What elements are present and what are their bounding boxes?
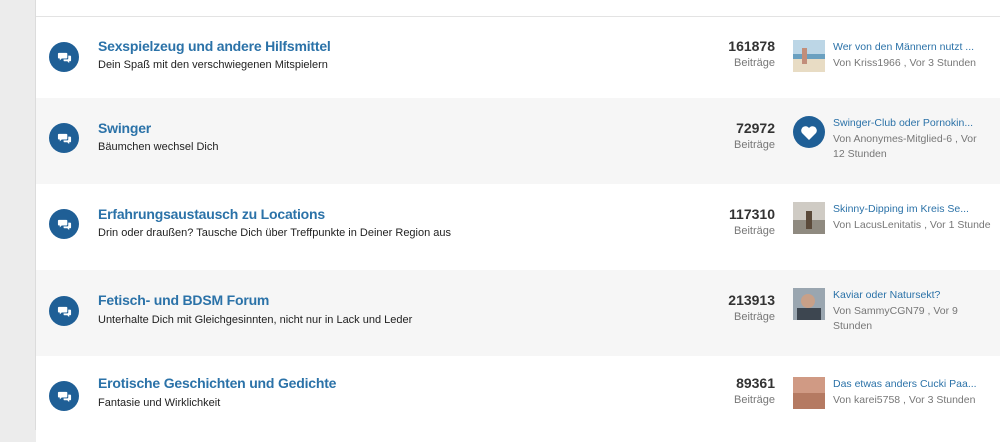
chat-bubbles-icon[interactable] xyxy=(49,42,79,72)
forum-title[interactable]: Erfahrungsaustausch zu Locations xyxy=(98,206,325,222)
post-count-label: Beiträge xyxy=(734,225,775,237)
last-post-title[interactable]: Swinger-Club oder Pornokin... xyxy=(833,117,991,129)
forum-title[interactable]: Fetisch- und BDSM Forum xyxy=(98,292,269,308)
forum-title[interactable]: Erotische Geschichten und Gedichte xyxy=(98,375,336,391)
forum-row: Sexspielzeug und andere Hilfsmittel Dein… xyxy=(36,17,1000,104)
forum-description: Drin oder draußen? Tausche Dich über Tre… xyxy=(98,227,452,239)
avatar[interactable] xyxy=(793,202,825,234)
post-count: 89361 xyxy=(736,375,775,391)
chat-bubbles-icon[interactable] xyxy=(49,296,79,326)
last-post-meta: Von Anonymes-Mitglied-6 , Vor 12 Stunden xyxy=(833,133,977,160)
avatar[interactable] xyxy=(793,40,825,72)
forum-row: Erfahrungsaustausch zu Locations Drin od… xyxy=(36,184,1000,271)
last-post-meta: Von SammyCGN79 , Vor 9 Stunden xyxy=(833,305,958,332)
forum-description: Bäumchen wechsel Dich xyxy=(98,141,219,153)
post-count: 117310 xyxy=(729,206,775,222)
chat-bubbles-icon[interactable] xyxy=(49,209,79,239)
chat-bubbles-icon[interactable] xyxy=(49,123,79,153)
post-count-label: Beiträge xyxy=(734,311,775,323)
last-post-title[interactable]: Wer von den Männern nutzt ... xyxy=(833,41,991,53)
post-count-label: Beiträge xyxy=(734,57,775,69)
forum-description: Dein Spaß mit den verschwiegenen Mitspie… xyxy=(98,59,328,71)
last-post-meta: Von karei5758 , Vor 3 Stunden xyxy=(833,394,976,406)
forum-title[interactable]: Swinger xyxy=(98,120,151,136)
post-count-label: Beiträge xyxy=(734,394,775,406)
forum-list: Sexspielzeug und andere Hilfsmittel Dein… xyxy=(35,0,1000,442)
forum-row: Swinger Bäumchen wechsel Dich 72972 Beit… xyxy=(36,98,1000,185)
forum-description: Unterhalte Dich mit Gleichgesinnten, nic… xyxy=(98,314,413,326)
last-post-meta: Von Kriss1966 , Vor 3 Stunden xyxy=(833,57,977,69)
last-post-meta: Von LacusLenitatis , Vor 1 Stunde xyxy=(833,219,991,231)
forum-row: Fetisch- und BDSM Forum Unterhalte Dich … xyxy=(36,270,1000,357)
last-post-title[interactable]: Kaviar oder Natursekt? xyxy=(833,289,991,301)
post-count: 72972 xyxy=(736,120,775,136)
last-post-title[interactable]: Skinny-Dipping im Kreis Se... xyxy=(833,203,991,215)
post-count-label: Beiträge xyxy=(734,139,775,151)
avatar[interactable] xyxy=(793,288,825,320)
last-post-title[interactable]: Das etwas anders Cucki Paa... xyxy=(833,378,991,390)
post-count: 213913 xyxy=(728,292,775,308)
chat-bubbles-icon[interactable] xyxy=(49,381,79,411)
post-count: 161878 xyxy=(728,38,775,54)
avatar[interactable] xyxy=(793,116,825,148)
forum-row: Erotische Geschichten und Gedichte Fanta… xyxy=(36,356,1000,442)
forum-description: Fantasie und Wirklichkeit xyxy=(98,397,221,409)
avatar[interactable] xyxy=(793,377,825,409)
forum-title[interactable]: Sexspielzeug und andere Hilfsmittel xyxy=(98,38,331,54)
